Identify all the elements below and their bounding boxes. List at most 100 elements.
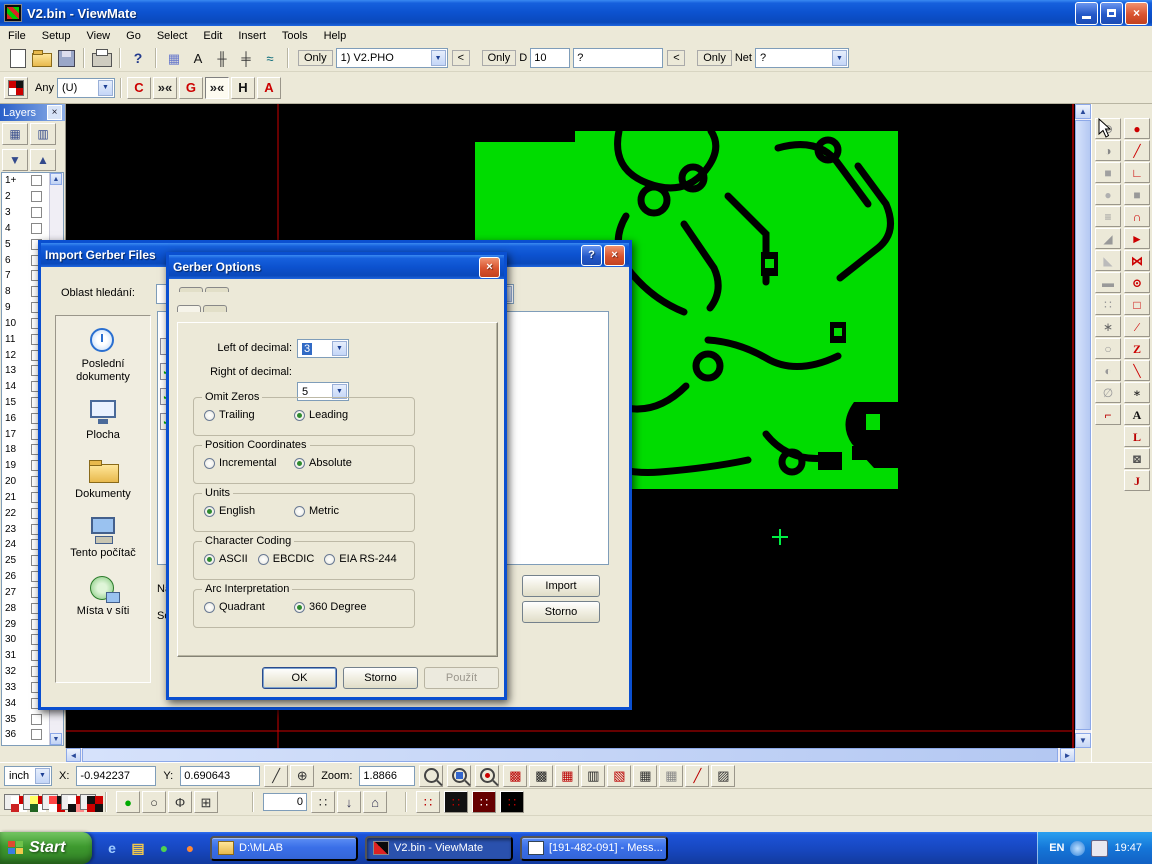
ok-button[interactable]: OK	[262, 667, 337, 689]
shrink-selection-icon[interactable]: »«	[153, 77, 177, 99]
dots-white-icon[interactable]: ∷	[416, 791, 440, 813]
move-layer-down-button[interactable]: ▼	[2, 149, 28, 171]
task-mlab[interactable]: D:\MLAB	[210, 836, 358, 861]
close-icon[interactable]: ×	[47, 105, 62, 120]
polyline-tool-icon[interactable]: ∟	[1124, 162, 1150, 183]
print-button[interactable]	[90, 47, 114, 69]
grid-stamp-icon[interactable]: ▦	[162, 47, 186, 69]
task-viewmate[interactable]: V2.bin - ViewMate	[365, 836, 513, 861]
checker-icon[interactable]: ▨	[711, 765, 735, 787]
menu-item[interactable]: View	[78, 28, 118, 44]
mail-icon[interactable]: ⊠	[1124, 448, 1150, 469]
folder-launch-icon[interactable]: ▤	[128, 838, 148, 858]
restore-button[interactable]	[1100, 2, 1123, 25]
chevron-down-icon[interactable]	[431, 50, 446, 66]
layer-grid-button[interactable]: ▥	[30, 123, 56, 145]
diameter-icon[interactable]: Φ	[168, 791, 192, 813]
scroll-right-icon[interactable]: ►	[1060, 748, 1075, 762]
menu-item[interactable]: Insert	[230, 28, 274, 44]
fill-pattern-5-icon[interactable]: ▧	[607, 765, 631, 787]
fill-pattern-2-icon[interactable]: ▩	[529, 765, 553, 787]
net-filter-select[interactable]: ?	[755, 48, 849, 68]
close-button[interactable]: ×	[604, 245, 625, 266]
layer-table-button[interactable]: ▦	[2, 123, 28, 145]
layer-color-swatch[interactable]	[31, 191, 42, 202]
place-my-computer[interactable]: Tento počítač	[58, 515, 148, 560]
radio-option[interactable]: Leading	[294, 409, 384, 421]
shrink-active-icon[interactable]: »«	[205, 77, 229, 99]
pad-dot-icon[interactable]: ●	[1124, 118, 1150, 139]
dialog-title-bar[interactable]: Gerber Options ×	[169, 255, 504, 279]
wave-icon[interactable]: ≈	[258, 47, 282, 69]
ring-icon[interactable]: ○	[1095, 338, 1121, 359]
dots-mixed-icon[interactable]: ∷	[500, 791, 524, 813]
dcode-input[interactable]: 10	[530, 48, 570, 68]
layer-color-swatch[interactable]	[31, 175, 42, 186]
scroll-left-icon[interactable]: ◄	[66, 748, 81, 762]
layer-color-chip[interactable]	[4, 794, 20, 810]
messenger-icon[interactable]: ●	[154, 838, 174, 858]
browser-icon[interactable]: ●	[180, 838, 200, 858]
layer-color-swatch[interactable]	[31, 729, 42, 740]
radio-option[interactable]: Incremental	[204, 457, 294, 469]
zoom-point-button[interactable]	[475, 765, 499, 787]
layers-panel-header[interactable]: Layers ×	[0, 104, 65, 121]
ramp-icon[interactable]: ◣	[1095, 250, 1121, 271]
layer-row[interactable]: 36	[2, 727, 50, 743]
radio-option[interactable]: 360 Degree	[294, 601, 384, 613]
place-documents[interactable]: Dokumenty	[58, 456, 148, 501]
radio-option[interactable]: Absolute	[294, 457, 384, 469]
scroll-down-icon[interactable]: ▼	[1075, 733, 1091, 748]
layer-color-chip[interactable]	[42, 794, 58, 810]
filled-square-icon[interactable]: ■	[1095, 162, 1121, 183]
clock[interactable]: 19:47	[1114, 842, 1142, 854]
grid-value-input[interactable]: 0	[263, 793, 307, 811]
measure-icon[interactable]: ╱	[264, 765, 288, 787]
save-file-button[interactable]	[54, 47, 78, 69]
fill-pattern-1-icon[interactable]: ▩	[503, 765, 527, 787]
unit-select[interactable]: inch	[4, 766, 52, 786]
tab-data-format[interactable]	[177, 305, 201, 312]
open-file-button[interactable]	[30, 47, 54, 69]
radio-option[interactable]: Metric	[294, 505, 384, 517]
null-icon[interactable]: ∅	[1095, 382, 1121, 403]
chevron-down-icon[interactable]	[332, 341, 347, 356]
layer-row[interactable]: 4	[2, 220, 50, 236]
tab-file-interpretation[interactable]	[203, 305, 227, 312]
close-button[interactable]: ×	[479, 257, 500, 278]
apply-button[interactable]: Použít	[424, 667, 499, 689]
horizontal-scrollbar[interactable]: ◄ ►	[66, 748, 1075, 762]
circle-mode-icon[interactable]: ○	[142, 791, 166, 813]
fill-pattern-4-icon[interactable]: ▥	[581, 765, 605, 787]
gear-icon[interactable]: ∗	[1095, 316, 1121, 337]
place-recent-documents[interactable]: Poslední dokumenty	[58, 326, 148, 383]
dots-dark-icon[interactable]: ∷	[472, 791, 496, 813]
grid-major-icon[interactable]: ▦	[633, 765, 657, 787]
menu-item[interactable]: Go	[118, 28, 149, 44]
dcode-filter-input[interactable]: ?	[573, 48, 663, 68]
segment-icon[interactable]: ∕	[1124, 316, 1150, 337]
previous-file-button[interactable]: <	[452, 50, 470, 66]
zoom-button[interactable]	[419, 765, 443, 787]
internet-explorer-icon[interactable]: e	[102, 838, 122, 858]
tab-auto-features[interactable]	[205, 287, 229, 292]
arc-tool-icon[interactable]: ∩	[1124, 206, 1150, 227]
chevron-down-icon[interactable]	[35, 768, 50, 784]
mirror-tool-icon[interactable]: ⋈	[1124, 250, 1150, 271]
radio-option[interactable]: English	[204, 505, 294, 517]
bar-icon[interactable]: ▬	[1095, 272, 1121, 293]
dot-grid-icon[interactable]: ∷	[1095, 294, 1121, 315]
storno-button[interactable]: Storno	[343, 667, 418, 689]
menu-item[interactable]: Tools	[274, 28, 316, 44]
place-desktop[interactable]: Plocha	[58, 397, 148, 442]
grid-table-icon[interactable]: ⊞	[194, 791, 218, 813]
previous-dcode-button[interactable]: <	[667, 50, 685, 66]
network-status-icon[interactable]	[1070, 841, 1085, 856]
minimize-button[interactable]	[1075, 2, 1098, 25]
help-button[interactable]: ?	[581, 245, 602, 266]
tab-rs274x-options[interactable]	[179, 287, 203, 292]
only-dcode-toggle[interactable]: Only	[482, 50, 517, 66]
layer-color-chip[interactable]	[80, 794, 96, 810]
arrow-down-icon[interactable]: ↓	[337, 791, 361, 813]
ruler-vertical-icon[interactable]: ╫	[210, 47, 234, 69]
